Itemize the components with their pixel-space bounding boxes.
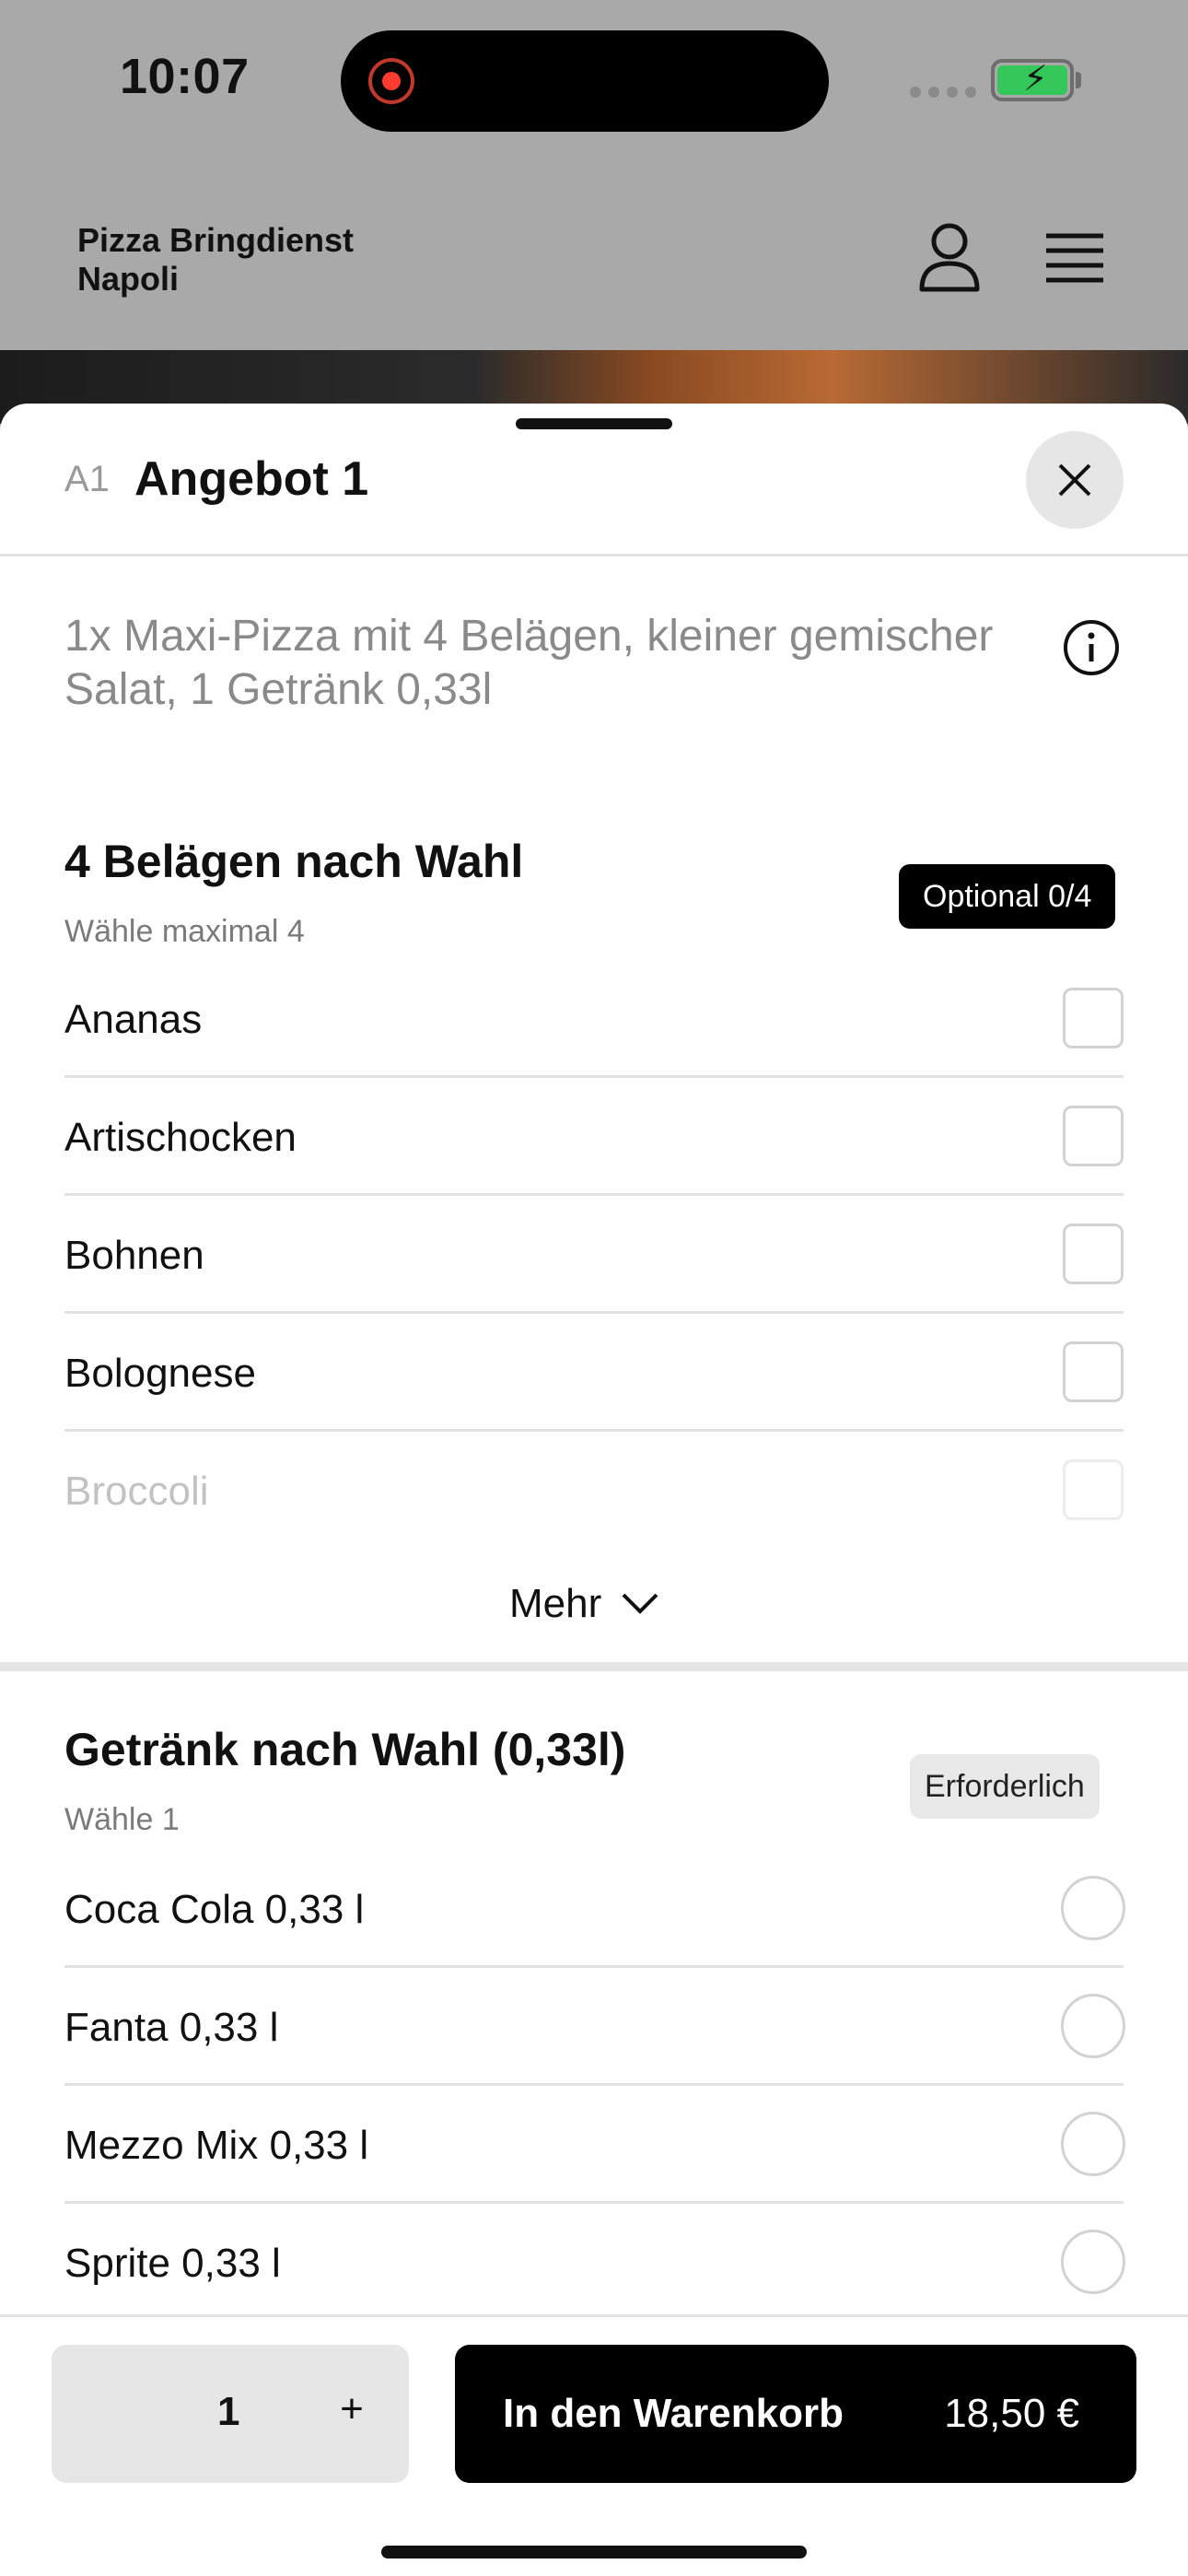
- drink-label: Coca Cola 0,33 l: [64, 1887, 365, 1932]
- drink-radio[interactable]: [1061, 1994, 1125, 2058]
- chevron-down-icon: [622, 1593, 658, 1614]
- section-divider: [0, 1662, 1188, 1671]
- topping-option[interactable]: Artischocken: [64, 1078, 1124, 1196]
- drinks-subtitle: Wähle 1: [64, 1802, 180, 1837]
- product-code: A1: [64, 459, 110, 499]
- topping-label: Ananas: [64, 997, 203, 1042]
- more-button[interactable]: Mehr: [509, 1581, 660, 1627]
- battery-tip: [1076, 72, 1081, 88]
- brand-name[interactable]: Pizza Bringdienst Napoli: [77, 221, 409, 299]
- drink-option[interactable]: Mezzo Mix 0,33 l: [64, 2086, 1125, 2204]
- battery-icon: ⚡: [991, 59, 1074, 101]
- topping-label: Artischocken: [64, 1115, 297, 1160]
- bottom-action-bar: 1 + In den Warenkorb 18,50 €: [0, 2314, 1188, 2576]
- plus-icon[interactable]: +: [324, 2382, 379, 2437]
- topping-label: Bohnen: [64, 1233, 204, 1278]
- topping-checkbox[interactable]: [1063, 988, 1124, 1048]
- quantity-stepper[interactable]: 1 +: [52, 2345, 409, 2483]
- topping-checkbox[interactable]: [1063, 1341, 1124, 1402]
- toppings-subtitle: Wähle maximal 4: [64, 914, 305, 949]
- topping-option[interactable]: Broccoli: [64, 1432, 1124, 1550]
- topping-checkbox[interactable]: [1063, 1459, 1124, 1520]
- topping-option[interactable]: Bohnen: [64, 1196, 1124, 1314]
- quantity-value: 1: [217, 2389, 240, 2434]
- optional-badge: Optional 0/4: [899, 864, 1116, 929]
- topping-label: Bolognese: [64, 1351, 256, 1396]
- topping-label: Broccoli: [64, 1469, 209, 1514]
- sheet-header: A1 Angebot 1: [0, 404, 1188, 556]
- home-indicator[interactable]: [381, 2546, 807, 2558]
- product-sheet: A1 Angebot 1 1x Maxi-Pizza mit 4 Belägen…: [0, 404, 1188, 2576]
- info-icon[interactable]: [1063, 619, 1120, 676]
- topping-checkbox[interactable]: [1063, 1106, 1124, 1166]
- drink-label: Mezzo Mix 0,33 l: [64, 2123, 369, 2168]
- signal-icon: [910, 87, 976, 98]
- status-bar: 10:07 ⚡: [0, 0, 1188, 166]
- drinks-title: Getränk nach Wahl (0,33l): [64, 1724, 626, 1775]
- drink-radio[interactable]: [1061, 2112, 1125, 2176]
- sheet-grabber[interactable]: [516, 418, 672, 429]
- required-badge: Erforderlich: [910, 1754, 1100, 1819]
- drink-option[interactable]: Sprite 0,33 l: [64, 2204, 1125, 2322]
- dynamic-island: [341, 30, 829, 132]
- drink-option[interactable]: Coca Cola 0,33 l: [64, 1850, 1125, 1968]
- drink-radio[interactable]: [1061, 1876, 1125, 1940]
- record-icon: [368, 58, 414, 104]
- topping-checkbox[interactable]: [1063, 1224, 1124, 1284]
- drink-radio[interactable]: [1061, 2230, 1125, 2294]
- more-label: Mehr: [509, 1581, 602, 1626]
- close-button[interactable]: [1026, 431, 1124, 529]
- drink-label: Fanta 0,33 l: [64, 2005, 279, 2050]
- topping-option[interactable]: Bolognese: [64, 1314, 1124, 1432]
- add-to-cart-button[interactable]: In den Warenkorb 18,50 €: [455, 2345, 1136, 2483]
- drink-label: Sprite 0,33 l: [64, 2241, 281, 2286]
- add-to-cart-label: In den Warenkorb: [503, 2391, 844, 2436]
- product-title: Angebot 1: [134, 452, 369, 506]
- menu-icon[interactable]: [1044, 232, 1105, 284]
- user-icon[interactable]: [917, 221, 982, 295]
- status-time: 10:07: [120, 49, 250, 104]
- toppings-title: 4 Belägen nach Wahl: [64, 836, 524, 887]
- close-icon: [1058, 463, 1091, 497]
- topping-option[interactable]: Ananas: [64, 960, 1124, 1078]
- cart-price: 18,50 €: [944, 2391, 1079, 2436]
- product-description: 1x Maxi-Pizza mit 4 Belägen, kleiner gem…: [64, 612, 994, 714]
- app-header: Pizza Bringdienst Napoli: [0, 166, 1188, 350]
- drink-option[interactable]: Fanta 0,33 l: [64, 1968, 1125, 2086]
